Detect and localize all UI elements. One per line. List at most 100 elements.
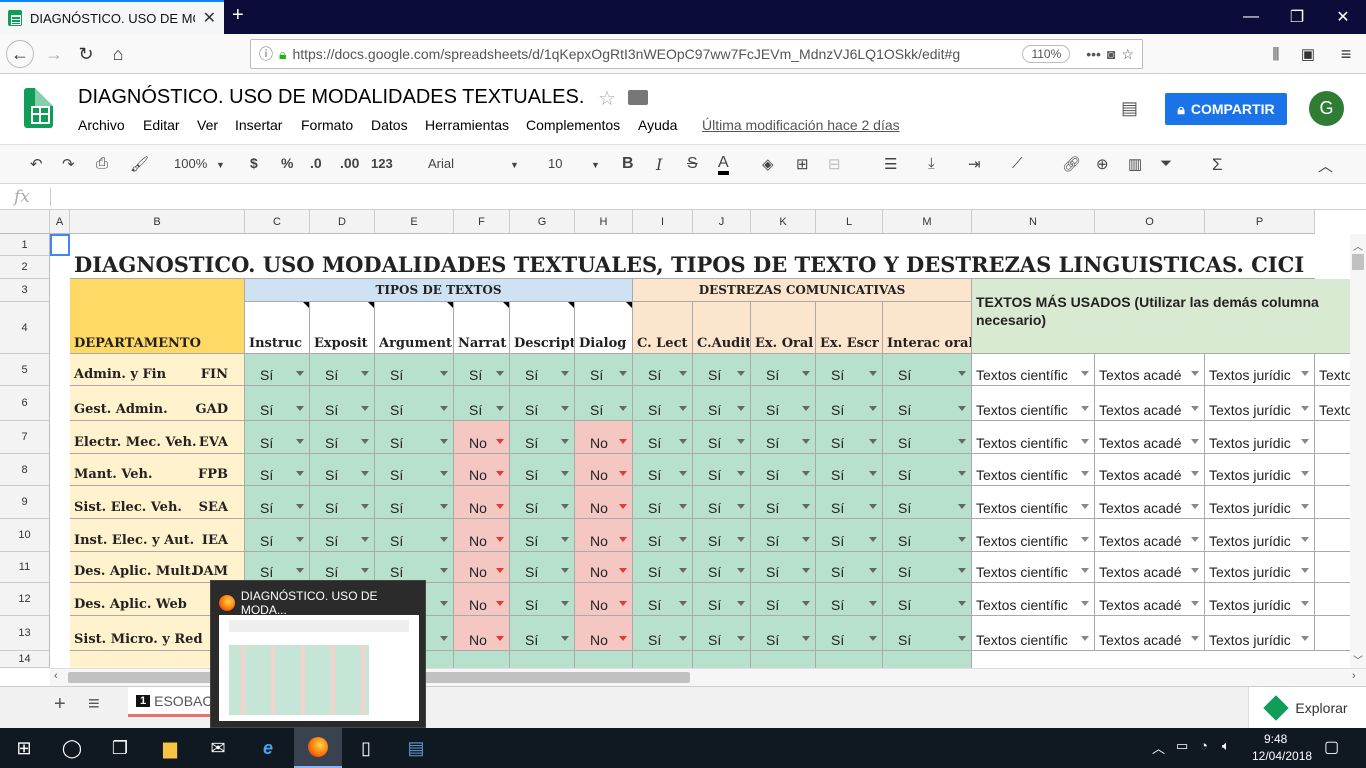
dropdown-cell[interactable]: Sí [883,552,972,583]
menu-archivo[interactable]: Archivo [78,117,125,133]
chevron-down-icon[interactable] [679,601,687,606]
chevron-down-icon[interactable] [1081,504,1089,509]
dropdown-cell[interactable]: Sí [633,421,693,454]
chevron-down-icon[interactable] [440,537,448,542]
column-header-c[interactable]: C [245,210,310,234]
column-header-i[interactable]: I [633,210,693,234]
text-dropdown-cell[interactable]: Textos acadé [1095,486,1205,519]
menu-datos[interactable]: Datos [371,117,408,133]
dropdown-cell[interactable]: Sí [633,583,693,616]
chevron-down-icon[interactable] [1191,504,1199,509]
dropdown-cell[interactable]: No [454,616,510,651]
text-dropdown-cell[interactable]: Textos acadé [1095,386,1205,421]
menu-complementos[interactable]: Complementos [526,117,620,133]
column-header-k[interactable]: K [751,210,816,234]
chevron-down-icon[interactable] [1191,406,1199,411]
dropdown-cell[interactable]: Sí [693,583,751,616]
bold-icon[interactable]: B [622,155,634,173]
text-dropdown-cell[interactable]: Textos científic [972,583,1095,616]
spreadsheet-grid[interactable]: A B C D E F G H I J K L M N O P 1 2 3 4 5 6 7 8 9 10 11 12 13 14 DIAGN… [0,210,1350,668]
chevron-down-icon[interactable] [1191,537,1199,542]
text-dropdown-cell[interactable]: Textos científic [972,519,1095,552]
menu-editar[interactable]: Editar [143,117,180,133]
dropdown-cell[interactable]: Sí [693,421,751,454]
page-actions-icon[interactable]: ••• [1086,46,1101,62]
text-dropdown-cell[interactable]: Textos científic [972,552,1095,583]
vertical-scrollbar[interactable]: ︿ ﹀ [1350,234,1366,668]
dropdown-cell[interactable]: Sí [245,519,310,552]
chevron-down-icon[interactable] [679,504,687,509]
dropdown-cell[interactable]: Sí [510,354,575,386]
dropdown-cell[interactable]: No [575,552,633,583]
chevron-down-icon[interactable] [737,601,745,606]
column-header-m[interactable]: M [883,210,972,234]
chevron-down-icon[interactable] [802,504,810,509]
chevron-down-icon[interactable] [802,636,810,641]
currency-button[interactable]: $ [250,155,258,171]
pocket-icon[interactable]: ◙ [1107,46,1115,62]
new-tab-icon[interactable]: + [232,4,244,27]
number-format-select[interactable]: 123 [371,156,393,171]
dropdown-cell[interactable]: Sí [310,519,375,552]
library-icon[interactable]: ⫼ [1262,40,1290,68]
row-header-1[interactable]: 1 [0,234,50,256]
dropdown-cell[interactable]: Sí [693,519,751,552]
decrease-decimal-button[interactable]: .0 [310,155,322,171]
column-header-d[interactable]: D [310,210,375,234]
dropdown-cell[interactable]: Sí [633,454,693,486]
menu-ver[interactable]: Ver [197,117,218,133]
folder-icon[interactable] [628,90,648,105]
selected-cell[interactable] [50,234,70,256]
align-left-icon[interactable]: ☰ [884,155,897,173]
dropdown-cell[interactable]: Sí [310,486,375,519]
dropdown-cell[interactable] [751,651,816,668]
merge-cells-icon[interactable]: ⊟ [828,155,841,173]
scroll-up-icon[interactable]: ︿ [1353,238,1363,253]
chevron-down-icon[interactable] [1191,636,1199,641]
text-dropdown-cell[interactable]: Textos acadé [1095,354,1205,386]
row-header-9[interactable]: 9 [0,486,50,519]
dropdown-cell[interactable]: Sí [454,354,510,386]
task-view-icon[interactable]: ❐ [96,728,144,768]
text-dropdown-cell[interactable] [1315,421,1350,454]
chevron-down-icon[interactable] [737,371,745,376]
insert-comment-icon[interactable]: ⊕ [1096,155,1109,173]
corner-cell[interactable] [0,210,50,234]
close-tab-icon[interactable]: ✕ [203,8,216,28]
row-header-8[interactable]: 8 [0,454,50,486]
chevron-down-icon[interactable] [802,371,810,376]
dropdown-cell[interactable]: Sí [633,552,693,583]
chevron-down-icon[interactable] [679,406,687,411]
chevron-down-icon[interactable] [802,439,810,444]
chevron-down-icon[interactable] [496,504,504,509]
text-dropdown-cell[interactable]: Textos acadé [1095,421,1205,454]
menu-insertar[interactable]: Insertar [235,117,282,133]
chevron-down-icon[interactable] [619,371,627,376]
text-rotate-icon[interactable]: ⟋ [1012,155,1023,172]
chevron-down-icon[interactable] [958,636,966,641]
document-icon[interactable]: ▯ [342,728,390,768]
dropdown-cell[interactable]: Sí [633,519,693,552]
dropdown-cell[interactable]: No [454,552,510,583]
bookmark-star-icon[interactable]: ☆ [1121,46,1134,63]
close-window-icon[interactable]: ✕ [1320,0,1366,34]
chevron-down-icon[interactable] [619,537,627,542]
chevron-down-icon[interactable] [1301,537,1309,542]
chevron-down-icon[interactable] [440,636,448,641]
chevron-down-icon[interactable] [737,439,745,444]
chevron-down-icon[interactable] [958,568,966,573]
star-icon[interactable]: ☆ [598,86,616,111]
chevron-down-icon[interactable] [561,439,569,444]
text-dropdown-cell[interactable]: Textos científic [972,421,1095,454]
text-dropdown-cell[interactable]: Textos científic [972,454,1095,486]
chevron-down-icon[interactable] [1191,471,1199,476]
dropdown-cell[interactable]: Sí [245,486,310,519]
chevron-down-icon[interactable] [679,439,687,444]
paint-format-icon[interactable]: 🖌︎ [130,155,149,173]
dropdown-cell[interactable]: Sí [883,519,972,552]
dropdown-cell[interactable]: Sí [375,519,454,552]
chevron-down-icon[interactable] [737,471,745,476]
dropdown-cell[interactable]: Sí [751,421,816,454]
chevron-down-icon[interactable] [561,371,569,376]
chevron-down-icon[interactable] [679,371,687,376]
